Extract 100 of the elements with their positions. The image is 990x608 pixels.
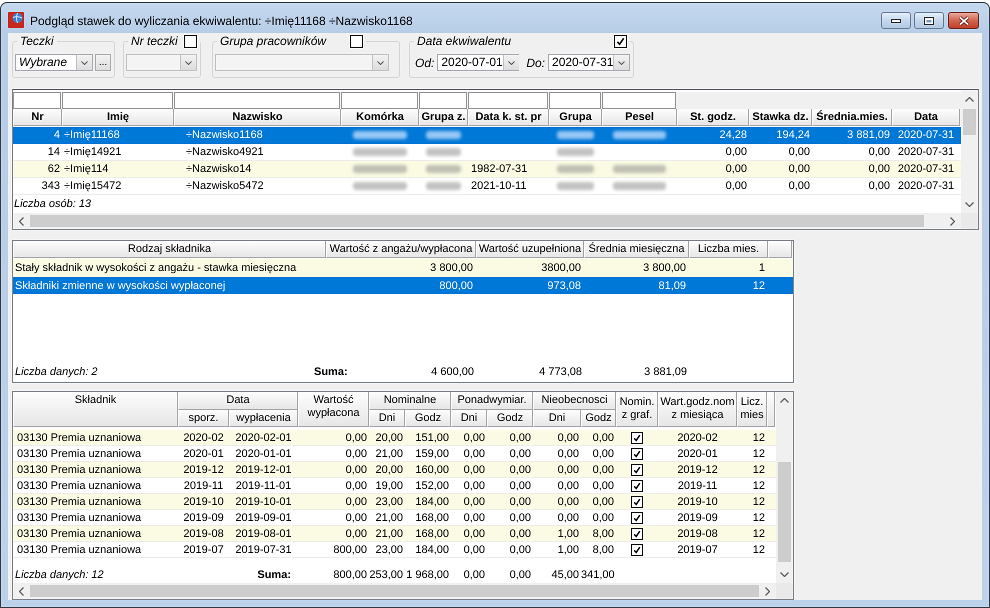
column-header[interactable]: Składnik — [13, 392, 178, 427]
horizontal-scrollbar[interactable] — [13, 583, 776, 599]
date-field[interactable]: 2020-07-01 — [437, 54, 520, 71]
table-cell-text: 2019-11-01 — [234, 478, 292, 493]
horizontal-scrollbar[interactable] — [13, 213, 961, 229]
column-header[interactable]: St. godz. — [677, 109, 749, 126]
chevron-up-icon[interactable] — [780, 398, 789, 403]
table-cell-text: 2019-12 — [676, 462, 719, 477]
checkbox[interactable] — [350, 35, 363, 48]
filter-field[interactable] — [549, 92, 601, 109]
column-header[interactable]: Wartość uzupełniona — [476, 241, 584, 258]
column-header[interactable]: Rodzaj składnika — [13, 241, 326, 258]
browse-button[interactable]: ... — [95, 54, 111, 71]
vertical-scrollbar[interactable] — [776, 392, 793, 583]
table-row[interactable]: Stały składnik w wysokości z angażu - stawka miesięczna 3 800,00 3800,00 3 800,00 1 — [13, 259, 793, 277]
table-row[interactable]: Składniki zmienne w wysokości wypłaconej 800,00 973,08 81,09 12 — [13, 277, 793, 295]
filter-field[interactable] — [13, 92, 61, 109]
table-cell-text: 151,00 — [414, 430, 450, 445]
chevron-left-icon[interactable] — [19, 216, 24, 226]
table-cell-text: 2019-10 — [182, 494, 225, 509]
scrollbar-thumb[interactable] — [30, 585, 759, 597]
filter-field[interactable] — [468, 92, 548, 109]
table-row[interactable]: 03130 Premia uznaniowa 2019-10 2019-10-01 0,00 23,00 184,00 0,00 0,00 0,00 0,00 2019-10 12 — [13, 494, 776, 510]
column-header[interactable]: Grupa — [549, 109, 602, 126]
table-row[interactable]: 62 ÷Imię114 ÷Nazwisko14 1982-07-31 0,00 0,00 0,00 2020-07-31 — [13, 161, 961, 178]
table-row[interactable]: 4 ÷Imię11168 ÷Nazwisko1168 24,28 194,24 3 881,09 2020-07-31 — [13, 127, 961, 144]
column-header[interactable]: Nieobecnosci — [533, 392, 616, 410]
column-header[interactable]: Nominalne — [369, 392, 451, 410]
column-header[interactable]: Pesel — [602, 109, 677, 126]
filter-field[interactable] — [174, 92, 340, 109]
column-header[interactable]: sporz. — [178, 410, 229, 427]
checkbox[interactable] — [631, 464, 643, 476]
column-header[interactable]: wypłacenia — [229, 410, 298, 427]
table-cell-text: 2020-02-01 — [234, 430, 293, 445]
column-header[interactable]: Średnia.mies. — [812, 109, 892, 126]
table-cell-text: 8,00 — [592, 542, 615, 557]
minimize-button[interactable] — [881, 12, 911, 29]
column-header[interactable]: Data k. st. pr — [468, 109, 549, 126]
checkbox[interactable] — [631, 512, 643, 524]
column-header[interactable]: Data — [178, 392, 298, 410]
checkbox[interactable] — [631, 448, 643, 460]
scrollbar-thumb[interactable] — [30, 215, 924, 227]
close-icon — [958, 16, 970, 26]
column-header[interactable]: Data — [892, 109, 960, 126]
dropdown[interactable]: Wybrane — [15, 54, 93, 71]
column-header[interactable]: Wartość z angażu/wypłacona — [326, 241, 476, 258]
scrollbar-thumb[interactable] — [778, 462, 791, 562]
column-header[interactable]: Dni — [451, 410, 487, 427]
table-row[interactable]: 03130 Premia uznaniowa 2019-12 2019-12-01 0,00 20,00 160,00 0,00 0,00 0,00 0,00 2019-12 12 — [13, 462, 776, 478]
table-cell-text: 800,00 — [332, 542, 368, 557]
column-header[interactable]: Wart.godz.nom z miesiąca — [658, 392, 737, 427]
column-header[interactable]: Nazwisko — [174, 109, 341, 126]
maximize-icon — [924, 16, 934, 24]
filter-field[interactable] — [341, 92, 418, 109]
chevron-down-icon[interactable] — [780, 572, 789, 577]
checkbox[interactable] — [184, 35, 197, 48]
close-button[interactable] — [948, 12, 979, 29]
filter-field[interactable] — [62, 92, 173, 109]
table-row[interactable]: 03130 Premia uznaniowa 2019-08 2019-08-01 0,00 21,00 168,00 0,00 0,00 1,00 8,00 2019-08 12 — [13, 526, 776, 542]
column-header[interactable]: Grupa z. — [419, 109, 468, 126]
table-cell-text: 2020-07-31 — [896, 128, 956, 143]
column-header[interactable]: Stawka dz. — [749, 109, 812, 126]
chevron-right-icon[interactable] — [765, 586, 770, 596]
table-cell-text: 0,00 — [344, 494, 368, 509]
column-header[interactable]: Dni — [369, 410, 405, 427]
column-header[interactable]: Dni — [533, 410, 581, 427]
chevron-down-icon[interactable] — [965, 202, 974, 207]
column-header[interactable]: Godz — [581, 410, 616, 427]
checkbox[interactable] — [631, 496, 643, 508]
checkbox[interactable] — [631, 544, 643, 556]
column-header[interactable]: Godz — [487, 410, 533, 427]
checkbox[interactable] — [631, 480, 643, 492]
table-row[interactable]: 03130 Premia uznaniowa 2019-07 2019-07-31 800,00 23,00 184,00 0,00 0,00 1,00 8,00 2019-07 12 — [13, 542, 776, 558]
column-header[interactable]: Licz. mies — [737, 392, 767, 427]
column-header[interactable]: Godz — [405, 410, 451, 427]
column-header[interactable]: Wartość wypłacona — [298, 392, 369, 427]
table-cell-text: 2020-07-31 — [896, 162, 956, 177]
maximize-button[interactable] — [914, 12, 944, 29]
chevron-up-icon[interactable] — [965, 96, 974, 102]
table-row[interactable]: 343 ÷Imię15472 ÷Nazwisko5472 2021-10-11 0,00 0,00 0,00 2020-07-31 — [13, 178, 961, 195]
column-header[interactable]: Komórka — [341, 109, 419, 126]
filter-field[interactable] — [602, 92, 676, 109]
column-header[interactable]: Nr — [13, 109, 62, 126]
chevron-left-icon[interactable] — [19, 586, 24, 596]
column-header[interactable]: Nomin. z graf. — [616, 392, 658, 427]
table-cell-text: Stały składnik w wysokości z angażu - stawka miesięczna — [14, 261, 298, 276]
checkbox[interactable] — [631, 432, 643, 444]
scrollbar-thumb[interactable] — [963, 109, 976, 135]
date-field[interactable]: 2020-07-31 — [548, 54, 630, 71]
checkbox[interactable] — [614, 35, 627, 48]
vertical-scrollbar[interactable] — [961, 90, 978, 213]
table-cell-text: ÷Nazwisko5472 — [185, 179, 265, 194]
chevron-right-icon[interactable] — [950, 216, 955, 226]
table-row[interactable]: 03130 Premia uznaniowa 2020-02 2020-02-01 0,00 20,00 151,00 0,00 0,00 0,00 0,00 2020-02 12 — [13, 430, 776, 446]
column-header[interactable]: Liczba mies. — [689, 241, 768, 258]
column-header[interactable]: Ponadwymiar. — [451, 392, 533, 410]
column-header[interactable]: Imię — [62, 109, 174, 126]
column-header[interactable]: Średnia miesięczna — [584, 241, 689, 258]
filter-field[interactable] — [419, 92, 467, 109]
checkbox[interactable] — [631, 528, 643, 540]
